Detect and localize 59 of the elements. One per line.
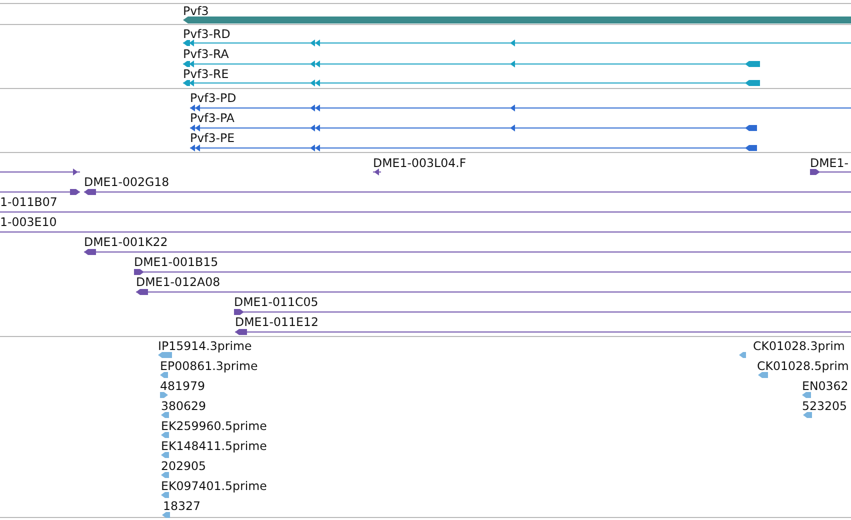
feature-label: Pvf3	[183, 4, 209, 18]
feature-label: 202905	[161, 459, 206, 473]
feature-label: Pvf3-RD	[183, 27, 230, 41]
clone-drawing[interactable]	[234, 309, 851, 315]
est-drawing[interactable]	[739, 352, 746, 358]
est-drawing[interactable]	[158, 352, 172, 358]
feature-label: Pvf3-RA	[183, 47, 229, 61]
clone-drawing[interactable]	[0, 168, 80, 176]
feature-label: IP15914.3prime	[158, 339, 252, 353]
transcript-drawing[interactable]	[182, 40, 851, 46]
est-drawing[interactable]	[161, 412, 169, 418]
est-drawing[interactable]	[161, 492, 169, 498]
clone-drawing[interactable]	[136, 289, 851, 295]
feature-label: Pvf3-PE	[190, 131, 235, 145]
feature-label: 523205	[802, 399, 848, 413]
protein-drawing[interactable]	[190, 124, 758, 132]
est-drawing[interactable]	[758, 372, 768, 378]
feature-label: CK01028.5prim	[757, 359, 849, 373]
est-drawing[interactable]	[162, 512, 170, 518]
feature-label: EP00861.3prime	[160, 359, 258, 373]
est-drawing[interactable]	[161, 472, 169, 478]
protein-drawing[interactable]	[190, 144, 758, 152]
clone-drawing[interactable]	[134, 269, 851, 275]
clone-drawing[interactable]	[810, 169, 851, 175]
feature-label: 1-003E10	[0, 215, 57, 229]
feature-label: Pvf3-PD	[190, 91, 236, 105]
feature-label: Pvf3-PA	[190, 111, 234, 125]
feature-label: DME1-001K22	[84, 235, 168, 249]
feature-label: 481979	[160, 379, 206, 393]
clone-drawing[interactable]	[84, 189, 851, 195]
feature-label: EN0362	[802, 379, 848, 393]
protein-drawing[interactable]	[190, 104, 851, 112]
feature-label: DME1-012A08	[136, 275, 220, 289]
feature-label: Pvf3-RE	[183, 67, 229, 81]
est-drawing[interactable]	[160, 372, 168, 378]
clone-drawing[interactable]	[372, 168, 382, 176]
clone-drawing[interactable]	[84, 249, 851, 255]
transcript-drawing[interactable]	[182, 60, 760, 68]
feature-label: EK148411.5prime	[161, 439, 267, 453]
feature-label: DME1-002G18	[84, 175, 170, 189]
est-drawing[interactable]	[803, 412, 812, 418]
feature-label: DME1-011E12	[235, 315, 318, 329]
feature-label: 1-011B07	[0, 195, 58, 209]
feature-label: CK01028.3prim	[753, 339, 845, 353]
est-drawing[interactable]	[160, 392, 168, 398]
est-drawing[interactable]	[161, 452, 169, 458]
feature-label: DME1-001B15	[134, 255, 218, 269]
feature-label: 18327	[163, 499, 201, 513]
est-drawing[interactable]	[161, 432, 169, 438]
feature-label: EK097401.5prime	[161, 479, 267, 493]
clone-drawing[interactable]	[0, 189, 80, 195]
feature-label: DME1-	[810, 156, 848, 170]
transcript-drawing[interactable]	[182, 80, 760, 86]
est-drawing[interactable]	[802, 392, 811, 398]
feature-label: 380629	[161, 399, 206, 413]
clone-drawing[interactable]	[234, 329, 851, 335]
feature-label: DME1-003L04.F	[373, 156, 466, 170]
feature-label: DME1-011C05	[234, 295, 318, 309]
feature-label: EK259960.5prime	[161, 419, 267, 433]
